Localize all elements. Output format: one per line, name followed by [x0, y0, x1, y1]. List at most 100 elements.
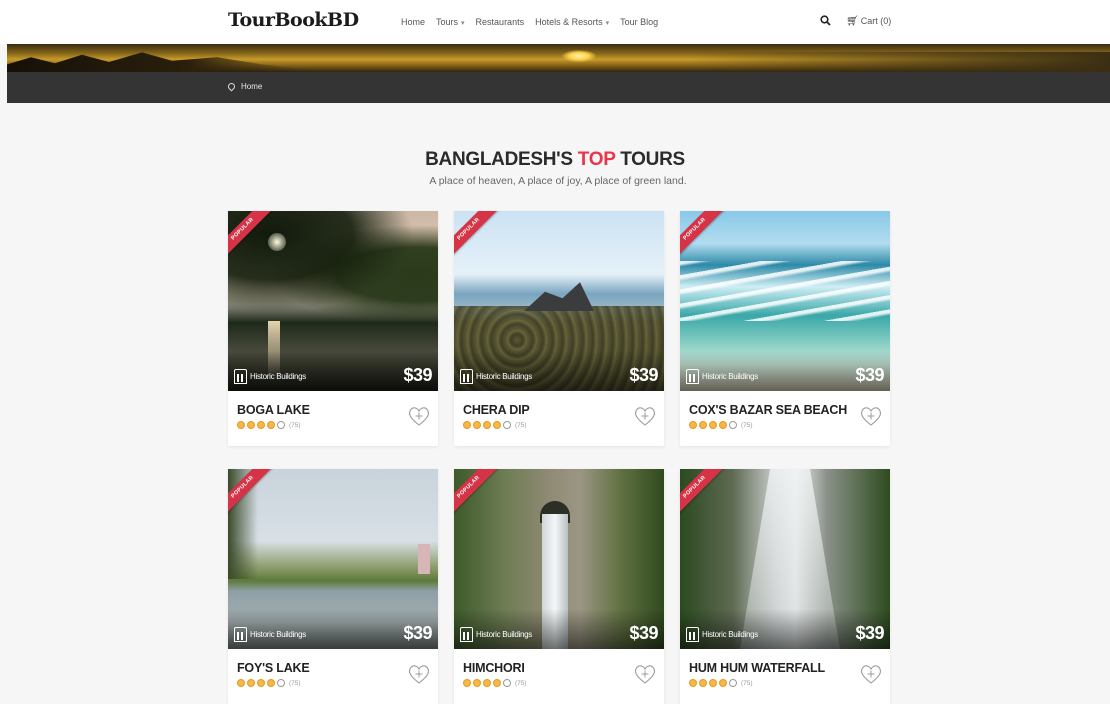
star-icon: [709, 679, 717, 687]
category-tag: Historic Buildings: [686, 627, 758, 642]
category-tag: Historic Buildings: [460, 627, 532, 642]
star-icon: [247, 679, 255, 687]
search-icon[interactable]: [820, 15, 831, 29]
nav-item-restaurants[interactable]: Restaurants: [476, 17, 525, 27]
wishlist-heart-icon[interactable]: [632, 403, 658, 429]
cart-icon: 🛒︎: [846, 16, 859, 27]
tour-card[interactable]: POPULAR Historic Buildings $39 BOGA LAKE…: [228, 211, 438, 446]
tour-price: $39: [629, 623, 658, 643]
popular-ribbon: POPULAR: [680, 211, 727, 261]
tour-card[interactable]: POPULAR Historic Buildings $39 HIMCHORI …: [454, 469, 664, 704]
breadcrumb-home[interactable]: Home: [241, 82, 262, 91]
star-empty-icon: [729, 679, 737, 687]
star-icon: [689, 421, 697, 429]
nav-item-tours-label: Tours: [436, 17, 459, 27]
wishlist-heart-icon[interactable]: [406, 403, 432, 429]
review-count: (75): [741, 679, 753, 687]
category-label: Historic Buildings: [476, 630, 532, 639]
star-icon: [473, 679, 481, 687]
wishlist-heart-icon[interactable]: [858, 661, 884, 687]
rating-stars: (75): [463, 421, 527, 429]
wishlist-heart-icon[interactable]: [632, 661, 658, 687]
star-icon: [719, 679, 727, 687]
tour-photo[interactable]: POPULAR Historic Buildings $39: [454, 469, 664, 649]
photo-trees: [228, 211, 438, 326]
star-icon: [237, 679, 245, 687]
wishlist-heart-icon[interactable]: [406, 661, 432, 687]
nav-item-tour-blog[interactable]: Tour Blog: [620, 17, 658, 27]
nav-item-home[interactable]: Home: [401, 17, 425, 27]
tour-name[interactable]: BOGA LAKE: [237, 403, 310, 417]
tour-price: $39: [403, 365, 432, 385]
building-icon: [460, 627, 473, 642]
nav-item-hotels-resorts-label: Hotels & Resorts: [535, 17, 603, 27]
building-icon: [460, 369, 473, 384]
cart-label: Cart (0): [860, 16, 892, 26]
star-icon: [473, 421, 481, 429]
breadcrumb-bar: [7, 72, 1110, 103]
star-icon: [699, 679, 707, 687]
building-icon: [686, 627, 699, 642]
photo-rock: [524, 282, 594, 311]
nav-item-restaurants-label: Restaurants: [475, 17, 525, 27]
popular-ribbon: POPULAR: [454, 469, 501, 519]
tour-photo[interactable]: POPULAR Historic Buildings $39: [454, 211, 664, 391]
tour-name[interactable]: COX'S BAZAR SEA BEACH: [689, 403, 847, 417]
section-title-pre: BANGLADESH'S: [425, 149, 578, 170]
tour-name[interactable]: FOY'S LAKE: [237, 661, 310, 675]
category-tag: Historic Buildings: [460, 369, 532, 384]
rating-stars: (75): [237, 421, 301, 429]
section-title-post: TOURS: [615, 149, 685, 170]
wishlist-heart-icon[interactable]: [858, 403, 884, 429]
tour-price: $39: [403, 623, 432, 643]
tour-name[interactable]: CHERA DIP: [463, 403, 530, 417]
hero-banner: [7, 44, 1110, 72]
tour-name[interactable]: HUM HUM WATERFALL: [689, 661, 825, 675]
tour-photo[interactable]: POPULAR Historic Buildings $39: [680, 469, 890, 649]
category-tag: Historic Buildings: [234, 369, 306, 384]
star-icon: [709, 421, 717, 429]
main-nav: Home Tours ▾ Restaurants Hotels & Resorts…: [401, 17, 669, 27]
tour-card[interactable]: POPULAR Historic Buildings $39 CHERA DIP…: [454, 211, 664, 446]
star-icon: [267, 421, 275, 429]
star-empty-icon: [729, 421, 737, 429]
nav-item-hotels-resorts[interactable]: Hotels & Resorts ▾: [535, 17, 609, 27]
hero-sun: [562, 50, 596, 62]
star-empty-icon: [277, 679, 285, 687]
category-label: Historic Buildings: [476, 372, 532, 381]
tour-card[interactable]: POPULAR Historic Buildings $39 FOY'S LAK…: [228, 469, 438, 704]
top-navbar: TourBookBD Home Tours ▾ Restaurants Hotel…: [0, 0, 1110, 44]
category-label: Historic Buildings: [250, 630, 306, 639]
star-icon: [719, 421, 727, 429]
category-label: Historic Buildings: [702, 630, 758, 639]
site-logo[interactable]: TourBookBD: [228, 9, 359, 31]
tour-card[interactable]: POPULAR Historic Buildings $39 COX'S BAZ…: [680, 211, 890, 446]
tour-photo[interactable]: POPULAR Historic Buildings $39: [680, 211, 890, 391]
review-count: (75): [741, 421, 753, 429]
star-empty-icon: [503, 679, 511, 687]
tour-photo[interactable]: POPULAR Historic Buildings $39: [228, 469, 438, 649]
hero-haze: [690, 52, 1110, 72]
review-count: (75): [515, 421, 527, 429]
star-icon: [267, 679, 275, 687]
star-icon: [483, 421, 491, 429]
photo-waves: [680, 261, 890, 321]
section-title: BANGLADESH'S TOP TOURS: [0, 149, 1110, 171]
tour-name[interactable]: HIMCHORI: [463, 661, 525, 675]
rating-stars: (75): [463, 679, 527, 687]
nav-item-tours[interactable]: Tours ▾: [436, 17, 465, 27]
chevron-down-icon: ▾: [461, 20, 465, 27]
cart-link[interactable]: 🛒︎ Cart (0): [846, 16, 891, 27]
section-subtitle: A place of heaven, A place of joy, A pla…: [429, 175, 687, 187]
tour-photo[interactable]: POPULAR Historic Buildings $39: [228, 211, 438, 391]
star-icon: [689, 679, 697, 687]
building-icon: [234, 627, 247, 642]
star-icon: [699, 421, 707, 429]
tour-card[interactable]: POPULAR Historic Buildings $39 HUM HUM W…: [680, 469, 890, 704]
review-count: (75): [515, 679, 527, 687]
star-icon: [257, 421, 265, 429]
star-icon: [493, 679, 501, 687]
hero-tree-silhouette: [7, 52, 307, 72]
building-icon: [686, 369, 699, 384]
review-count: (75): [289, 421, 301, 429]
